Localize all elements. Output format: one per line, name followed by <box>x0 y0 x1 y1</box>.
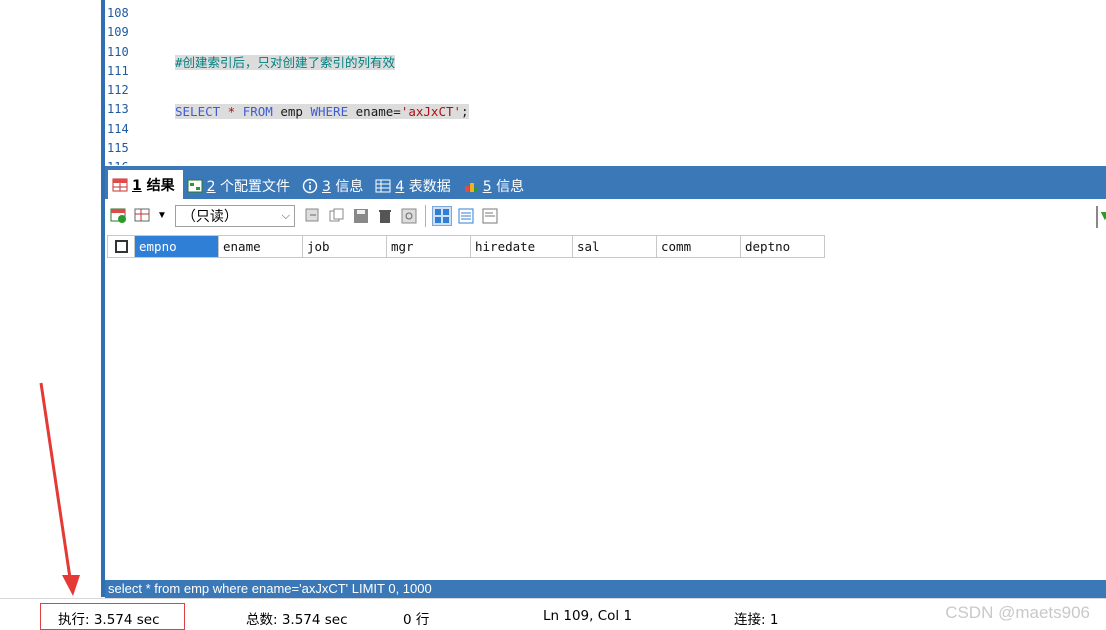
checkbox-icon <box>114 240 128 253</box>
export-button[interactable] <box>303 206 323 226</box>
save-icon <box>353 208 368 223</box>
total-time: 总数: 3.574 sec <box>246 612 348 628</box>
readonly-mode-select[interactable]: （只读） ⌵ <box>174 204 295 227</box>
line-number: 109 <box>107 25 129 40</box>
column-header-ename[interactable]: ename <box>219 235 303 258</box>
tab-profile[interactable]: 2 个配置文件 <box>183 172 298 199</box>
line-number: 116 <box>107 158 147 165</box>
sql-operator: * <box>220 104 243 120</box>
watermark: CSDN @maets906 <box>945 603 1090 622</box>
text-view-button[interactable] <box>480 206 500 226</box>
tab-label: 个配置文件 <box>215 178 290 195</box>
cursor-position: Ln 109, Col 1 <box>543 608 633 624</box>
export-icon <box>305 208 319 221</box>
info-icon <box>302 178 318 193</box>
refresh-button[interactable] <box>399 206 419 226</box>
tab-label: 表数据 <box>404 178 451 195</box>
tab-history[interactable]: 5 信息 <box>459 172 532 199</box>
select-all-checkbox[interactable] <box>107 235 135 258</box>
chevron-down-icon: ⌵ <box>281 208 290 222</box>
line-number: 108 <box>107 6 129 20</box>
add-row-icon <box>110 208 126 223</box>
tab-number: 4 <box>395 178 405 195</box>
sql-comment: #创建索引后，只对创建了索引的列有效 <box>175 55 396 70</box>
line-number-gutter: 108 109 110 111 112 113 114 115 116 <box>107 4 147 165</box>
history-icon <box>464 182 477 192</box>
copy-icon <box>329 208 344 221</box>
column-header-mgr[interactable]: mgr <box>387 235 471 258</box>
grid-view-button[interactable] <box>431 205 452 226</box>
column-header-sal[interactable]: sal <box>573 235 657 258</box>
tab-number: 2 <box>206 178 216 195</box>
executed-query-bar: select * from emp where ename='axJxCT' L… <box>105 580 1106 598</box>
sql-keyword: WHERE <box>310 104 349 120</box>
result-tabbar: 1 结果 2 个配置文件 3 信息 4 表数据 5 信息 <box>105 166 1106 199</box>
table-data-icon <box>375 179 391 192</box>
profile-icon <box>187 179 203 192</box>
result-grid-icon <box>112 178 128 191</box>
tab-info[interactable]: 3 信息 <box>298 172 371 199</box>
grid-options-icon <box>134 208 150 221</box>
tab-label: 结果 <box>141 177 175 194</box>
save-button[interactable] <box>351 206 371 226</box>
sql-terminator: ; <box>461 104 469 120</box>
line-number: 111 <box>107 63 129 78</box>
grid-header-row: empno ename job mgr hiredate sal comm de… <box>107 235 825 258</box>
left-panel <box>0 0 101 597</box>
tab-number: 3 <box>322 178 331 195</box>
tab-result[interactable]: 1 结果 <box>108 170 183 199</box>
column-header-job[interactable]: job <box>303 235 387 258</box>
tab-label: 信息 <box>330 178 364 195</box>
result-grid[interactable]: empno ename job mgr hiredate sal comm de… <box>105 235 1106 580</box>
delete-button[interactable] <box>375 206 395 226</box>
tab-number: 5 <box>482 178 492 195</box>
grid-view-icon <box>434 208 449 223</box>
tab-table-data[interactable]: 4 表数据 <box>371 172 458 199</box>
line-number: 115 <box>107 141 129 156</box>
form-view-button[interactable] <box>456 206 476 226</box>
code-area[interactable]: #创建索引后，只对创建了索引的列有效 SELECT * FROM emp WHE… <box>175 23 469 152</box>
connection-count: 连接: 1 <box>734 612 779 628</box>
tab-label: 信息 <box>491 178 525 195</box>
code-line: SELECT * FROM emp WHERE ename='axJxCT'; <box>175 102 469 121</box>
grid-options-button[interactable] <box>133 206 153 226</box>
highlight-box <box>40 603 185 630</box>
sql-keyword: FROM <box>242 104 273 120</box>
code-line: #创建索引后，只对创建了索引的列有效 <box>175 53 469 72</box>
column-header-empno[interactable]: empno <box>135 235 219 258</box>
toolbar-divider <box>424 204 426 227</box>
sql-identifier: ename= <box>348 104 401 120</box>
line-number: 113 <box>107 102 129 117</box>
form-view-icon <box>458 208 474 223</box>
text-view-icon <box>482 208 498 223</box>
trash-icon <box>378 209 391 223</box>
refresh-icon <box>401 208 417 223</box>
sql-editor[interactable]: 108 109 110 111 112 113 114 115 116 #创建索… <box>105 0 1106 165</box>
line-number: 112 <box>107 83 129 98</box>
copy-button[interactable] <box>327 206 347 226</box>
column-header-hiredate[interactable]: hiredate <box>471 235 573 258</box>
result-toolbar: ▼ （只读） ⌵ <box>105 199 1106 232</box>
line-number: 110 <box>107 44 129 59</box>
readonly-mode-value: （只读） <box>181 208 238 225</box>
filter-icon[interactable]: ▼ <box>1098 208 1106 222</box>
line-number: 114 <box>107 121 129 136</box>
row-count: 0 行 <box>403 612 430 628</box>
chevron-down-icon[interactable]: ▼ <box>157 210 167 221</box>
sql-identifier: emp <box>272 104 311 120</box>
sql-string: 'axJxCT' <box>400 104 462 120</box>
sql-keyword: SELECT <box>175 104 221 120</box>
add-row-button[interactable] <box>109 206 129 226</box>
column-header-deptno[interactable]: deptno <box>741 235 825 258</box>
tab-number: 1 <box>132 177 142 194</box>
column-header-comm[interactable]: comm <box>657 235 741 258</box>
